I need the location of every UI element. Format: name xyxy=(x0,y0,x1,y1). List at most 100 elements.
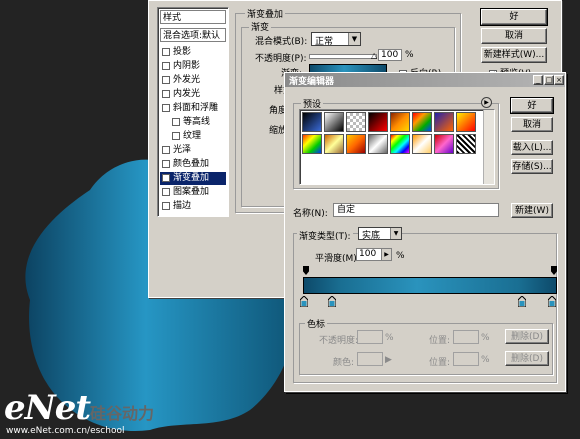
opacity-unit: % xyxy=(405,50,414,60)
gradient-type-select[interactable]: 实底 ▼ xyxy=(358,227,402,241)
delete-color-stop-button[interactable]: 删除(D) xyxy=(505,351,549,366)
effect-item[interactable]: 颜色叠加 xyxy=(160,158,226,171)
color-stop[interactable] xyxy=(547,295,557,308)
cancel-button[interactable]: 取消 xyxy=(481,28,547,44)
ok-button[interactable]: 好 xyxy=(480,8,548,26)
close-icon[interactable]: × xyxy=(554,75,564,85)
preset-swatch[interactable] xyxy=(302,134,322,154)
effect-label: 内发光 xyxy=(173,89,201,99)
opacity-location-input[interactable] xyxy=(453,330,479,344)
opacity-slider-thumb[interactable]: △ xyxy=(371,51,377,60)
effect-item[interactable]: 外发光 xyxy=(160,74,226,87)
preset-swatch[interactable] xyxy=(412,134,432,154)
chevron-down-icon: ▼ xyxy=(390,228,401,239)
effect-item[interactable]: 描边 xyxy=(160,200,226,213)
preset-swatch[interactable] xyxy=(324,112,344,132)
title-bar: 渐变编辑器 _ □ × xyxy=(285,73,565,87)
blend-mode-value: 正常 xyxy=(315,37,334,47)
color-stop[interactable] xyxy=(299,295,309,308)
effect-item[interactable]: 内发光 xyxy=(160,88,226,101)
preset-swatch[interactable] xyxy=(368,134,388,154)
effect-label: 斜面和浮雕 xyxy=(173,103,219,113)
effect-item[interactable]: 等高线 xyxy=(170,116,226,129)
effect-checkbox[interactable] xyxy=(162,47,170,56)
color-location-unit: % xyxy=(481,355,490,365)
new-style-button[interactable]: 新建样式(W)... xyxy=(481,47,547,63)
stop-color-swatch[interactable] xyxy=(357,352,383,366)
chevron-right-icon: ▶ xyxy=(381,249,391,260)
effect-item[interactable]: 光泽 xyxy=(160,144,226,157)
opacity-slider[interactable] xyxy=(309,54,377,59)
delete-opacity-stop-button[interactable]: 删除(D) xyxy=(505,329,549,344)
effect-label: 图案叠加 xyxy=(173,187,210,197)
gradient-bar[interactable] xyxy=(303,277,557,294)
effect-checkbox[interactable] xyxy=(172,117,180,126)
effect-item[interactable]: 图案叠加 xyxy=(160,186,226,199)
preset-swatch[interactable] xyxy=(434,134,454,154)
effect-label: 颜色叠加 xyxy=(173,159,210,169)
effect-item[interactable]: 投影 xyxy=(160,46,226,59)
gradient-subgroup-title: 渐变 xyxy=(249,20,272,33)
name-input[interactable]: 自定 xyxy=(333,203,499,217)
color-stop[interactable] xyxy=(517,295,527,308)
effect-checkbox[interactable] xyxy=(162,187,170,196)
effect-checkbox[interactable] xyxy=(162,75,170,84)
color-stop-menu-icon[interactable]: ▶ xyxy=(385,355,392,365)
enet-logo: eNet xyxy=(4,388,91,428)
stop-color-label: 颜色: xyxy=(333,358,355,368)
effect-checkbox[interactable] xyxy=(162,201,170,210)
name-label: 名称(N): xyxy=(293,209,328,219)
blend-mode-select[interactable]: 正常 ▼ xyxy=(311,32,361,47)
preset-swatch[interactable] xyxy=(302,112,322,132)
effect-item[interactable]: 斜面和浮雕 xyxy=(160,102,226,115)
opacity-location-unit: % xyxy=(481,333,490,343)
editor-cancel-button[interactable]: 取消 xyxy=(511,117,553,132)
effect-checkbox[interactable] xyxy=(162,103,170,112)
smoothness-value: 100 xyxy=(359,249,377,259)
preset-swatch[interactable] xyxy=(412,112,432,132)
color-location-input[interactable] xyxy=(453,352,479,366)
preset-swatch[interactable] xyxy=(324,134,344,154)
minimize-icon[interactable]: _ xyxy=(533,75,543,85)
effect-item[interactable]: ✓ 渐变叠加 xyxy=(160,172,226,185)
effect-checkbox[interactable] xyxy=(162,89,170,98)
effect-checkbox[interactable] xyxy=(172,131,180,140)
effect-checkbox[interactable]: ✓ xyxy=(162,173,170,182)
color-stop[interactable] xyxy=(327,295,337,308)
effect-checkbox[interactable] xyxy=(162,61,170,70)
effect-label: 等高线 xyxy=(183,117,211,127)
gradient-overlay-title: 渐变叠加 xyxy=(245,7,286,20)
smoothness-input[interactable]: 100 ▶ xyxy=(356,248,392,261)
effect-checkbox[interactable] xyxy=(162,145,170,154)
preset-swatch[interactable] xyxy=(390,134,410,154)
preset-swatch[interactable] xyxy=(456,112,476,132)
preset-swatch[interactable] xyxy=(368,112,388,132)
presets-menu-icon[interactable]: ▶ xyxy=(481,97,492,108)
preset-swatch[interactable] xyxy=(390,112,410,132)
effect-label: 渐变叠加 xyxy=(173,173,210,183)
preset-swatch[interactable] xyxy=(434,112,454,132)
blend-mode-label: 混合模式(B): xyxy=(255,37,308,47)
enet-logo-cn: 硅谷动力 xyxy=(90,404,155,423)
dialog-title: 渐变编辑器 xyxy=(289,77,335,87)
effect-checkbox[interactable] xyxy=(162,159,170,168)
maximize-icon[interactable]: □ xyxy=(544,75,554,85)
presets-scrollbar[interactable] xyxy=(483,110,494,184)
effect-label: 外发光 xyxy=(173,75,201,85)
stop-opacity-input[interactable] xyxy=(357,330,383,344)
load-button[interactable]: 载入(L)... xyxy=(511,140,553,155)
blend-options-item[interactable]: 混合选项:默认 xyxy=(160,28,226,42)
effect-label: 光泽 xyxy=(173,145,192,155)
preset-swatch[interactable] xyxy=(346,134,366,154)
gradient-editor-dialog: 渐变编辑器 _ □ × 预设 ▶ 好 取消 载入(L)... 存储(S)... … xyxy=(284,72,566,392)
opacity-input[interactable]: 100 xyxy=(378,49,402,61)
styles-header[interactable]: 样式 xyxy=(160,10,226,24)
effect-item[interactable]: 内阴影 xyxy=(160,60,226,73)
gradient-type-label: 渐变类型(T): xyxy=(297,229,353,242)
effect-item[interactable]: 纹理 xyxy=(170,130,226,143)
save-button[interactable]: 存储(S)... xyxy=(511,159,553,174)
preset-swatch[interactable] xyxy=(456,134,476,154)
editor-ok-button[interactable]: 好 xyxy=(510,97,554,114)
preset-swatch[interactable] xyxy=(346,112,366,132)
new-gradient-button[interactable]: 新建(W) xyxy=(511,203,553,218)
